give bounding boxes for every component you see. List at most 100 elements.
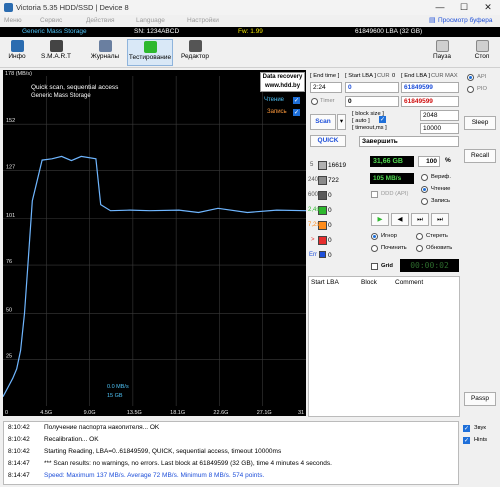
logs-icon [98, 40, 112, 52]
log-time: 8:14:47 [8, 472, 30, 479]
cursor-speed: 0.0 MB/s [107, 384, 129, 390]
skip-button[interactable]: ⏭ [411, 213, 429, 226]
end-time-label: [ End time ] [310, 73, 340, 79]
menu-item-language[interactable]: Language [136, 17, 165, 24]
speed-display: 105 MB/s [370, 173, 414, 184]
start-cur-label: CUR [377, 73, 390, 79]
device-firmware: Fw: 1.99 [238, 28, 263, 35]
scan-dropdown-icon[interactable]: ▾ [337, 114, 346, 130]
close-button[interactable]: ✕ [476, 0, 500, 15]
tab-smart[interactable]: S.M.A.R.T [36, 39, 76, 66]
menu-item-actions[interactable]: Действия [86, 17, 114, 24]
quick-button[interactable]: QUICK [310, 135, 346, 147]
block-err-label: Err [309, 252, 317, 258]
stop-label: Стоп [474, 53, 490, 60]
write-radio[interactable] [421, 198, 428, 205]
tab-logs[interactable]: Журналы [88, 39, 122, 66]
y-tick-label: 101 [6, 213, 15, 219]
log-time: 8:10:42 [8, 424, 30, 431]
finish-action-select[interactable]: Завершить [359, 136, 459, 147]
menu-item-service[interactable]: Сервис [40, 17, 62, 24]
defect-table: Start LBA Block Comment [308, 276, 460, 417]
tab-info[interactable]: Инфо [4, 39, 30, 66]
speed-graph-canvas: 152 127 101 76 50 25 0 4.5G 9.0G 13.5G 18.1G 22.6G 2… [3, 76, 306, 416]
smart-icon [49, 40, 63, 52]
block-5ms-label: 5 [310, 162, 314, 168]
recall-button[interactable]: Recall [464, 149, 496, 163]
cursor-position: 15 GB [107, 393, 123, 399]
block-240ms-icon [318, 176, 327, 185]
scan-mode-text: Quick scan, sequential access [31, 84, 119, 91]
block-err-icon [319, 251, 326, 258]
pause-button[interactable]: Пауза [430, 39, 454, 66]
stop-button[interactable]: Стоп [470, 39, 494, 66]
end-lba-field[interactable]: 61849599 [401, 82, 459, 93]
block-size-select[interactable]: 2048 [420, 110, 459, 121]
log-panel: 8:10:42 Получение паспорта накопителя...… [3, 421, 459, 485]
tab-editor[interactable]: Редактор [178, 39, 212, 66]
end-button[interactable]: ⏭ [431, 213, 449, 226]
timeout-label: [ timeout,ms ] [352, 125, 387, 131]
block-slow-icon [318, 236, 327, 245]
log-message: *** Scan results: no warnings, no errors… [44, 460, 332, 467]
maximize-button[interactable]: ☐ [452, 0, 476, 15]
tab-info-label: Инфо [8, 53, 26, 60]
hints-checkbox[interactable]: ✓ [463, 437, 470, 444]
grid-checkbox[interactable] [371, 263, 378, 270]
minimize-button[interactable]: — [428, 0, 452, 15]
play-button[interactable]: ▶ [371, 213, 389, 226]
refresh-radio[interactable] [416, 245, 423, 252]
tab-testing[interactable]: Тестирование [127, 39, 173, 66]
menu-item-menu[interactable]: Меню [4, 17, 22, 24]
auto-checkbox[interactable]: ✓ [379, 116, 386, 123]
y-tick-label: 127 [6, 165, 15, 171]
write-label: Запись [431, 198, 451, 204]
rewind-button[interactable]: ◀ [391, 213, 409, 226]
end-lba-field-2[interactable]: 61849599 [401, 96, 459, 107]
block-2s-icon [318, 206, 327, 215]
scan-button[interactable]: Scan [310, 114, 336, 130]
x-tick-label: 13.5G [127, 410, 142, 416]
percent-unit: % [445, 157, 451, 164]
toolbar: Инфо S.M.A.R.T Журналы Тестирование Реда… [0, 37, 500, 68]
tab-testing-label: Тестирование [128, 54, 172, 61]
sleep-button[interactable]: Sleep [464, 116, 496, 130]
erase-radio[interactable] [416, 233, 423, 240]
ignore-radio[interactable] [371, 233, 378, 240]
verify-radio[interactable] [421, 174, 428, 181]
sound-label: Звук [474, 425, 486, 431]
pio-radio[interactable] [467, 86, 474, 93]
progress-percent: 100 [418, 156, 440, 167]
api-radio[interactable] [467, 74, 474, 81]
end-time-field[interactable]: 2:24 [310, 82, 342, 93]
read-gb-display: 31,66 GB [370, 156, 414, 167]
timeout-select[interactable]: 10000 [420, 123, 459, 134]
passport-button[interactable]: Passp [464, 392, 496, 406]
write-legend-checkbox[interactable]: ✓ [293, 109, 300, 116]
remap-radio[interactable] [371, 245, 378, 252]
buffer-view-link[interactable]: Просмотр буфера [438, 17, 492, 24]
ddd-checkbox[interactable] [371, 191, 378, 198]
menu-item-settings[interactable]: Настройки [187, 17, 219, 24]
pause-label: Пауза [432, 53, 452, 60]
device-info-bar: Generic Mass Storage SN: 1234ABCD Fw: 1.… [0, 27, 500, 37]
read-radio[interactable] [421, 186, 428, 193]
y-tick-label: 50 [6, 307, 12, 313]
block-5ms-icon [318, 161, 327, 170]
sound-checkbox[interactable]: ✓ [463, 425, 470, 432]
editor-icon [188, 40, 202, 52]
timer-field[interactable]: 0 [345, 96, 399, 107]
pause-icon [435, 40, 449, 52]
read-legend-checkbox[interactable]: ✓ [293, 97, 300, 104]
x-tick-label: 31 [298, 410, 304, 416]
start-lba-field[interactable]: 0 [345, 82, 399, 93]
ignore-label: Игнор [381, 233, 397, 239]
info-icon [10, 40, 24, 52]
x-tick-label: 27.1G [257, 410, 272, 416]
verify-label: Вериф. [431, 174, 451, 180]
block-240ms-count: 722 [328, 177, 339, 184]
app-icon [4, 3, 13, 12]
x-tick-label: 9.0G [84, 410, 96, 416]
timer-checkbox[interactable] [311, 98, 318, 105]
y-axis-top-label: 178 (MB/s) [5, 71, 32, 77]
